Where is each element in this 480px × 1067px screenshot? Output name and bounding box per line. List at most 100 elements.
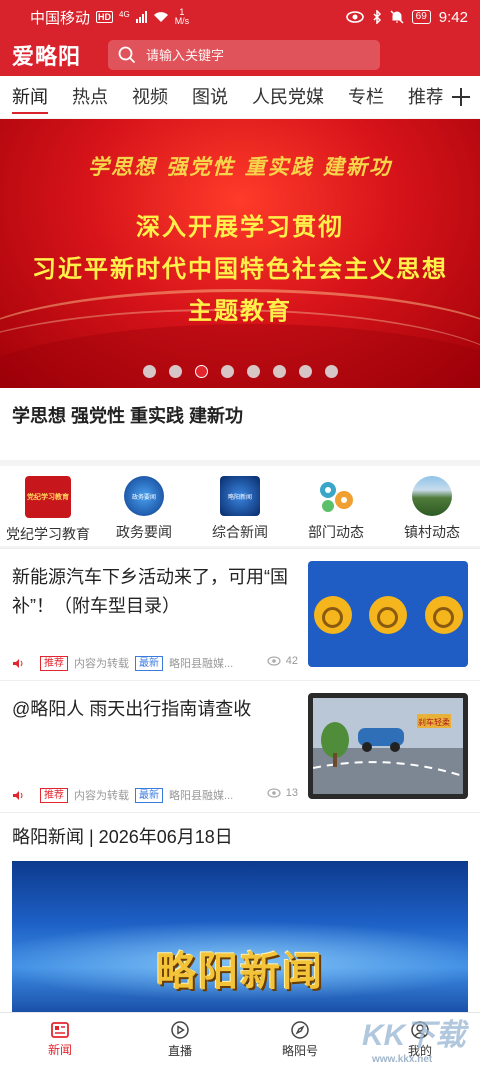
network-type-label: 4G bbox=[119, 9, 130, 19]
news-thumbnail: 刹车轻柔 bbox=[308, 693, 468, 799]
play-circle-icon bbox=[171, 1021, 189, 1039]
category-party-discipline[interactable]: 党纪学习教育 党纪学习教育 bbox=[0, 466, 96, 546]
watermark-main: KK下载 bbox=[362, 1019, 466, 1052]
status-bar: 中国移动 HD 4G 1 M/s 69 9:42 bbox=[0, 0, 480, 34]
news-meta: 推荐 内容为转载 最新 略阳县融媒... bbox=[12, 787, 233, 803]
carrier-label: 中国移动 bbox=[30, 9, 91, 27]
category-general-news[interactable]: 略阳新闻 综合新闻 bbox=[192, 466, 288, 546]
party-discipline-icon-text: 党纪学习教育 bbox=[27, 494, 69, 501]
banner-line-3: 主题教育 bbox=[188, 298, 292, 325]
nav-lueyang-account[interactable]: 略阳号 bbox=[240, 1013, 360, 1067]
recommend-badge: 推荐 bbox=[40, 787, 68, 803]
section-title: 略阳新闻 | 2026年06月18日 bbox=[12, 827, 233, 847]
tab-video[interactable]: 视频 bbox=[132, 76, 168, 118]
tab-recommend[interactable]: 推荐 bbox=[408, 76, 444, 118]
mute-bell-icon bbox=[390, 10, 404, 24]
department-gears-icon bbox=[314, 476, 358, 516]
road-sign-text: 刹车轻柔 bbox=[418, 717, 450, 727]
carousel-dot[interactable] bbox=[272, 365, 286, 378]
carousel-dot[interactable] bbox=[142, 365, 156, 378]
category-label: 综合新闻 bbox=[212, 524, 268, 540]
repost-note: 内容为转载 bbox=[74, 658, 129, 670]
plus-icon bbox=[452, 88, 470, 106]
view-count: 42 bbox=[267, 655, 298, 667]
wifi-icon bbox=[153, 12, 168, 22]
news-item[interactable]: 新能源汽车下乡活动来了，可用“国补”！（附车型目录） 推荐 内容为转载 最新 略… bbox=[0, 548, 480, 680]
news-source: 略阳县融媒... bbox=[169, 658, 234, 670]
general-news-icon: 略阳新闻 bbox=[220, 476, 260, 516]
daily-news-section[interactable]: 略阳新闻 | 2026年06月18日 略阳新闻 bbox=[0, 812, 480, 1013]
news-icon bbox=[51, 1022, 69, 1038]
carousel-dot[interactable] bbox=[246, 365, 260, 378]
net-speed: 1 M/s bbox=[175, 8, 190, 26]
signal-icon bbox=[135, 11, 147, 23]
category-label: 部门动态 bbox=[308, 524, 364, 540]
compass-icon bbox=[291, 1021, 309, 1039]
news-title: 新能源汽车下乡活动来了，可用“国补”！（附车型目录） bbox=[12, 567, 288, 616]
new-badge: 最新 bbox=[135, 655, 163, 671]
speaker-icon[interactable] bbox=[12, 658, 24, 669]
banner-tagline: 学思想 强党性 重实践 建新功 bbox=[88, 154, 392, 179]
category-government[interactable]: 政务要闻 政务要闻 bbox=[96, 466, 192, 546]
tab-picture[interactable]: 图说 bbox=[192, 76, 228, 118]
category-department[interactable]: 部门动态 bbox=[288, 466, 384, 546]
government-news-icon: 政务要闻 bbox=[124, 476, 164, 516]
new-badge: 最新 bbox=[135, 787, 163, 803]
party-discipline-icon: 党纪学习教育 bbox=[25, 476, 71, 518]
news-meta: 推荐 内容为转载 最新 略阳县融媒... bbox=[12, 655, 233, 671]
nav-label: 略阳号 bbox=[281, 1044, 318, 1058]
tab-news[interactable]: 新闻 bbox=[12, 76, 48, 118]
cover-title: 略阳新闻 bbox=[156, 950, 324, 994]
category-label: 政务要闻 bbox=[116, 524, 172, 540]
nav-label: 新闻 bbox=[47, 1043, 72, 1057]
nav-live[interactable]: 直播 bbox=[120, 1013, 240, 1067]
government-news-icon-text: 政务要闻 bbox=[131, 494, 156, 501]
app-header: 爱略阳 bbox=[0, 34, 480, 76]
village-landscape-icon bbox=[412, 476, 452, 516]
banner-caption[interactable]: 学思想 强党性 重实践 建新功 bbox=[0, 388, 480, 460]
carousel-dot[interactable] bbox=[220, 365, 234, 378]
search-icon bbox=[118, 46, 136, 64]
tab-party-media[interactable]: 人民党媒 bbox=[252, 76, 324, 118]
speed-unit: M/s bbox=[174, 16, 190, 26]
news-thumbnail bbox=[308, 561, 468, 667]
emoji-magnifier-icon bbox=[314, 596, 352, 634]
news-title: @略阳人 雨天出行指南请查收 bbox=[12, 699, 252, 719]
app-logo: 爱略阳 bbox=[12, 44, 82, 70]
view-count: 13 bbox=[267, 787, 298, 799]
carousel-dot[interactable] bbox=[298, 365, 312, 378]
category-label: 党纪学习教育 bbox=[6, 526, 90, 542]
tab-hot[interactable]: 热点 bbox=[72, 76, 108, 118]
carousel-dot[interactable] bbox=[168, 365, 182, 378]
search-box[interactable] bbox=[108, 40, 380, 70]
nav-label: 直播 bbox=[167, 1044, 192, 1058]
channel-tabs: 新闻 热点 视频 图说 人民党媒 专栏 推荐 bbox=[0, 76, 480, 118]
recommend-badge: 推荐 bbox=[40, 655, 68, 671]
news-source: 略阳县融媒... bbox=[169, 790, 234, 802]
search-input[interactable] bbox=[146, 47, 366, 63]
view-count-value: 42 bbox=[285, 655, 298, 667]
view-count-value: 13 bbox=[285, 787, 298, 799]
add-channel-button[interactable] bbox=[442, 76, 480, 118]
banner-line-1: 深入开展学习贯彻 bbox=[136, 214, 344, 241]
hd-icon: HD bbox=[96, 11, 114, 23]
news-item[interactable]: @略阳人 雨天出行指南请查收 推荐 内容为转载 最新 略阳县融媒... 13 刹… bbox=[0, 680, 480, 812]
speaker-icon[interactable] bbox=[12, 790, 24, 801]
watermark-url: www.kkx.net bbox=[372, 1054, 433, 1065]
banner-line-2: 习近平新时代中国特色社会主义思想 bbox=[32, 256, 448, 283]
tab-column[interactable]: 专栏 bbox=[348, 76, 384, 118]
battery-icon: 69 bbox=[411, 10, 431, 24]
carousel-dot[interactable] bbox=[324, 365, 338, 378]
category-village[interactable]: 镇村动态 bbox=[384, 466, 480, 546]
emoji-magnifier-icon bbox=[369, 596, 407, 634]
banner-carousel[interactable]: 学思想 强党性 重实践 建新功 深入开展学习贯彻 习近平新时代中国特色社会主义思… bbox=[0, 119, 480, 388]
news-program-cover: 略阳新闻 bbox=[12, 861, 468, 1013]
site-watermark: KK下载 www.kkx.net bbox=[362, 1010, 472, 1065]
eye-icon bbox=[267, 656, 281, 666]
category-shortcuts: 党纪学习教育 党纪学习教育 政务要闻 政务要闻 略阳新闻 综合新闻 部门动态 镇… bbox=[0, 466, 480, 546]
category-label: 镇村动态 bbox=[404, 524, 460, 540]
nav-news[interactable]: 新闻 bbox=[0, 1013, 120, 1067]
carousel-dot[interactable] bbox=[194, 365, 208, 378]
eye-icon bbox=[267, 788, 281, 798]
clock: 9:42 bbox=[438, 8, 468, 26]
